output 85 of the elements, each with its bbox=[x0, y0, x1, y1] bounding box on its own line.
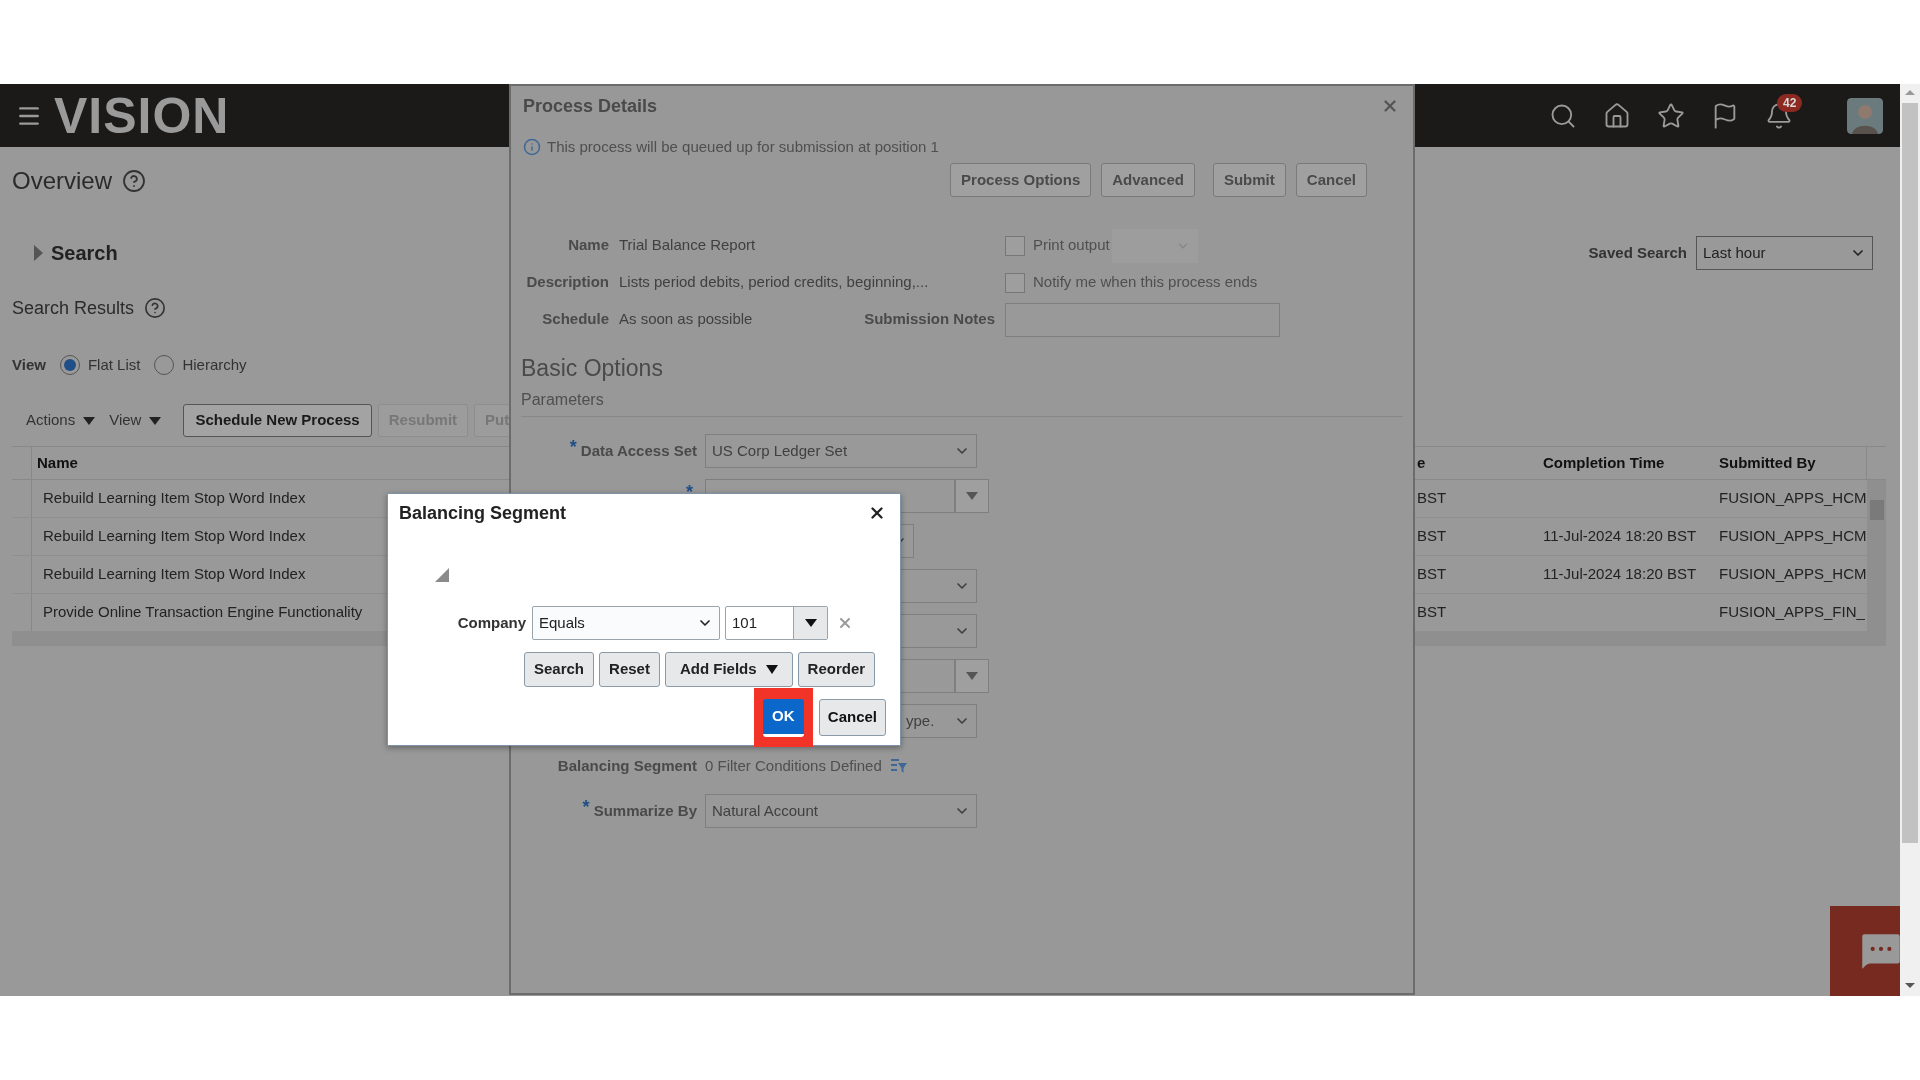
parameter-label: Data Access Set bbox=[580, 440, 697, 461]
field-label: Schedule bbox=[541, 309, 609, 330]
radio-option[interactable]: Hierarchy bbox=[154, 353, 247, 377]
field-value: Trial Balance Report bbox=[619, 235, 756, 256]
checkbox[interactable] bbox=[1005, 272, 1025, 293]
dialog-button[interactable]: Process Options bbox=[950, 163, 1092, 197]
toolbar-button[interactable]: Schedule New Process bbox=[183, 404, 372, 437]
dialog-button[interactable]: Cancel bbox=[1295, 163, 1367, 197]
star-icon[interactable] bbox=[1657, 101, 1685, 130]
table-cell-text: BST bbox=[1417, 602, 1447, 623]
table-cell-text: FUSION_APPS_HCM bbox=[1719, 564, 1867, 585]
field-value: As soon as possible bbox=[619, 309, 753, 330]
view-label: View bbox=[12, 354, 46, 375]
chat-button[interactable] bbox=[1830, 906, 1900, 996]
required-mark: * bbox=[582, 795, 590, 819]
dialog-title: Balancing Segment bbox=[399, 501, 567, 525]
table-cell-text: 11-Jul-2024 18:20 BST bbox=[1543, 526, 1697, 547]
operator-select[interactable]: Equals bbox=[532, 606, 720, 640]
parameter-select[interactable]: Natural Account bbox=[705, 794, 977, 828]
subsection-title: Parameters bbox=[521, 391, 604, 408]
table-cell-text: FUSION_APPS_HCM bbox=[1719, 526, 1867, 547]
section-title: Search Results bbox=[12, 296, 135, 320]
notification-badge: 42 bbox=[1777, 93, 1803, 112]
toolbar-menu[interactable]: View bbox=[109, 409, 162, 432]
table-cell-text: Rebuild Learning Item Stop Word Index bbox=[43, 564, 306, 585]
table-cell-text: Provide Online Transaction Engine Functionality bbox=[43, 602, 363, 623]
caret-icon bbox=[966, 492, 978, 500]
checkbox-label: Print output bbox=[1033, 235, 1110, 256]
dialog-title: Process Details bbox=[523, 94, 658, 118]
table-cell-text: FUSION_APPS_HCM bbox=[1719, 488, 1867, 509]
table-cell-text: BST bbox=[1417, 564, 1447, 585]
vertical-scrollbar[interactable] bbox=[1867, 480, 1886, 646]
dialog-button[interactable]: Advanced bbox=[1101, 163, 1195, 197]
checkbox-label: Notify me when this process ends bbox=[1033, 272, 1258, 293]
checkbox[interactable] bbox=[1005, 235, 1025, 256]
table-cell-text: BST bbox=[1417, 488, 1447, 509]
saved-search-select[interactable]: Last hour bbox=[1696, 236, 1873, 270]
section-title: Basic Options bbox=[520, 354, 664, 382]
column-header[interactable]: e bbox=[1417, 451, 1426, 475]
help-icon[interactable] bbox=[122, 169, 147, 193]
table-cell-text: BST bbox=[1417, 526, 1447, 547]
cancel-button[interactable]: Cancel bbox=[818, 699, 886, 736]
home-icon[interactable] bbox=[1603, 101, 1631, 130]
resize-corner-icon bbox=[435, 568, 449, 582]
filter-summary: 0 Filter Conditions Defined bbox=[705, 755, 882, 776]
caret-icon bbox=[966, 672, 978, 680]
info-message: This process will be queued up for submission at position 1 bbox=[547, 136, 939, 157]
table-cell-text: FUSION_APPS_FIN_ bbox=[1719, 602, 1865, 623]
column-header[interactable]: Submitted By bbox=[1719, 451, 1816, 475]
table-cell-text: Rebuild Learning Item Stop Word Index bbox=[43, 488, 306, 509]
search-form-button[interactable]: Add Fields bbox=[664, 652, 793, 687]
caret-icon bbox=[149, 416, 162, 425]
required-mark: * bbox=[569, 435, 577, 459]
field-label: Description bbox=[525, 272, 609, 293]
toolbar-menu[interactable]: Actions bbox=[26, 409, 96, 432]
close-icon[interactable] bbox=[868, 504, 886, 522]
info-icon bbox=[523, 138, 541, 156]
required-mark: * bbox=[686, 480, 693, 504]
remove-icon[interactable] bbox=[837, 615, 853, 631]
parameter-select[interactable]: US Corp Ledger Set bbox=[705, 434, 977, 468]
logo: VISION bbox=[54, 90, 230, 141]
search-form-button[interactable]: Reset bbox=[599, 652, 660, 687]
page-scrollbar[interactable] bbox=[1900, 84, 1920, 996]
radio-option[interactable]: Flat List bbox=[59, 353, 141, 377]
avatar[interactable] bbox=[1847, 97, 1883, 134]
column-header[interactable]: Completion Time bbox=[1543, 451, 1665, 475]
page-title: Overview bbox=[12, 167, 113, 195]
search-form-button[interactable]: Reorder bbox=[797, 652, 876, 687]
field-label: Name bbox=[567, 235, 609, 256]
ok-button[interactable]: OK bbox=[763, 698, 804, 737]
parameter-label: Summarize By bbox=[593, 800, 697, 821]
notes-field[interactable] bbox=[1005, 302, 1280, 337]
column-header[interactable]: Name bbox=[37, 451, 78, 475]
table-cell-text: 11-Jul-2024 18:20 BST bbox=[1543, 564, 1697, 585]
caret-icon bbox=[83, 416, 96, 425]
field-label: Submission Notes bbox=[864, 309, 995, 330]
field-label: Company bbox=[456, 612, 526, 633]
dialog-button[interactable]: Submit bbox=[1212, 163, 1286, 197]
table-cell-text: Rebuild Learning Item Stop Word Index bbox=[43, 526, 306, 547]
saved-search-label: Saved Search bbox=[1588, 242, 1687, 263]
parameter-label: Balancing Segment bbox=[557, 755, 697, 776]
search-form-button[interactable]: Search bbox=[524, 652, 595, 687]
help-icon[interactable] bbox=[144, 297, 167, 319]
field-value: Lists period debits, period credits, beginning,... bbox=[619, 272, 929, 293]
search-section-toggle[interactable]: Search bbox=[34, 238, 118, 268]
